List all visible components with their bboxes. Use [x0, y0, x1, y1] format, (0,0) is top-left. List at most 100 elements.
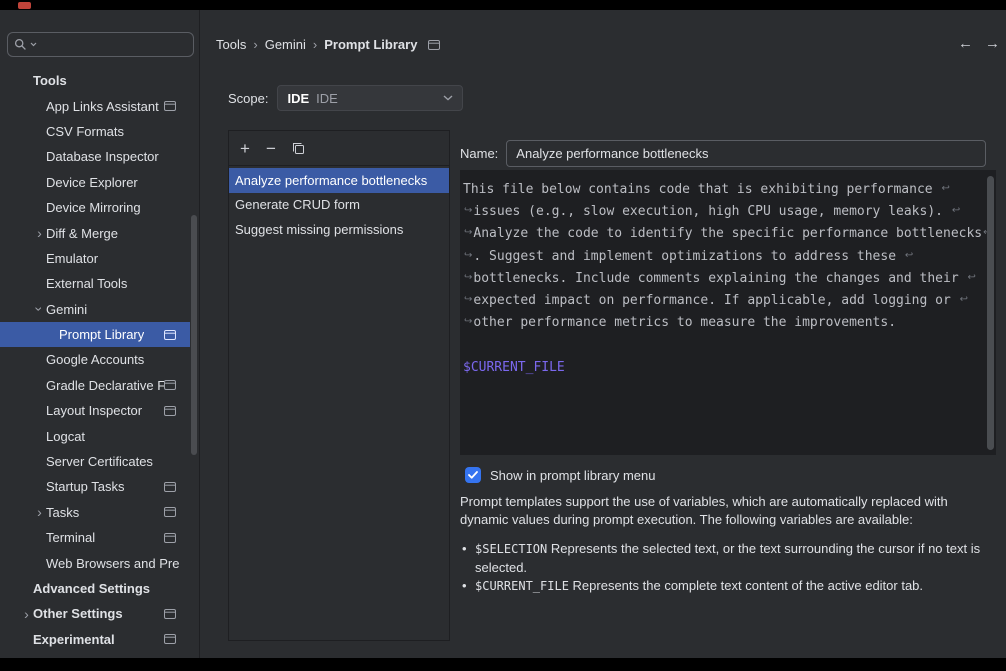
settings-search-input[interactable] [40, 36, 187, 53]
soft-wrap-icon: ↪ [463, 272, 473, 283]
sidebar-item-device-mirroring[interactable]: ›Device Mirroring [0, 195, 190, 220]
sidebar-item-external-tools[interactable]: ›External Tools [0, 271, 190, 296]
sidebar-item-startup-tasks[interactable]: ›Startup Tasks [0, 474, 190, 499]
editor-line-text: . Suggest and implement optimizations to… [473, 249, 903, 264]
editor-line-text: expected impact on performance. If appli… [473, 293, 958, 308]
sidebar-item-label: App Links Assistant [46, 99, 159, 114]
scope-select[interactable]: IDE IDE [277, 85, 463, 111]
window-badge-icon [164, 406, 176, 416]
sidebar-item-database-inspector[interactable]: ›Database Inspector [0, 144, 190, 169]
forward-button[interactable]: → [985, 35, 1000, 52]
sidebar-item-tools[interactable]: ›Tools [0, 68, 190, 93]
sidebar-item-label: Tools [33, 73, 67, 88]
sidebar-item-label: Emulator [46, 251, 98, 266]
bullet-icon: • [462, 540, 467, 558]
variable-description: Represents the selected text, or the tex… [475, 541, 980, 575]
sidebar-item-advanced-settings[interactable]: ›Advanced Settings [0, 576, 190, 601]
sidebar-item-experimental[interactable]: ›Experimental [0, 627, 190, 652]
sidebar-item-label: Database Inspector [46, 149, 159, 164]
plus-icon: + [240, 140, 250, 157]
show-in-menu-row[interactable]: Show in prompt library menu [465, 467, 655, 483]
sidebar-item-other-settings[interactable]: ›Other Settings [0, 601, 190, 626]
variables-list: • $SELECTION Represents the selected text… [462, 540, 1006, 597]
sidebar-item-label: Other Settings [33, 606, 123, 621]
editor-scrollbar[interactable] [987, 176, 994, 450]
back-button[interactable]: ← [958, 35, 973, 52]
sidebar-item-label: Gemini [46, 302, 87, 317]
settings-sidebar: ›Tools›App Links Assistant›CSV Formats›D… [0, 10, 200, 658]
variable-token: $SELECTION [475, 542, 547, 556]
editor-line-text: This file below contains code that is ex… [463, 182, 940, 197]
sidebar-item-diff-merge[interactable]: ›Diff & Merge [0, 220, 190, 245]
sidebar-item-device-explorer[interactable]: ›Device Explorer [0, 170, 190, 195]
show-in-menu-checkbox[interactable] [465, 467, 481, 483]
window-badge-icon [428, 40, 440, 50]
duplicate-prompt-button[interactable] [290, 140, 307, 157]
sidebar-item-prompt-library[interactable]: ›Prompt Library [0, 322, 190, 347]
sidebar-item-web-browsers-and-pre[interactable]: ›Web Browsers and Pre [0, 550, 190, 575]
settings-content: Tools › Gemini › Prompt Library ← → Scop… [201, 10, 1006, 658]
sidebar-item-terminal[interactable]: ›Terminal [0, 525, 190, 550]
add-prompt-button[interactable]: + [238, 138, 252, 159]
prompt-list-toolbar: + − [229, 131, 449, 166]
recording-indicator-icon [18, 2, 31, 9]
remove-prompt-button[interactable]: − [264, 138, 278, 159]
soft-wrap-icon: ↪ [463, 250, 473, 261]
prompt-name-input[interactable] [506, 140, 986, 167]
search-box[interactable] [7, 32, 194, 57]
sidebar-item-app-links-assistant[interactable]: ›App Links Assistant [0, 93, 190, 118]
sidebar-scrollbar[interactable] [191, 215, 197, 455]
chevron-icon[interactable]: › [20, 607, 33, 621]
sidebar-item-tasks[interactable]: ›Tasks [0, 500, 190, 525]
sidebar-item-label: External Tools [46, 276, 127, 291]
breadcrumb-item-gemini[interactable]: Gemini [265, 37, 306, 52]
editor-line-text: bottlenecks. Include comments explaining… [473, 271, 966, 286]
sidebar-item-google-accounts[interactable]: ›Google Accounts [0, 347, 190, 372]
bullet-icon: • [462, 577, 467, 595]
variable-token: $CURRENT_FILE [475, 579, 569, 593]
sidebar-item-label: Google Accounts [46, 352, 144, 367]
chevron-icon[interactable]: › [33, 303, 47, 316]
sidebar-item-label: Logcat [46, 429, 85, 444]
show-in-menu-label[interactable]: Show in prompt library menu [490, 468, 655, 483]
window-badge-icon [164, 482, 176, 492]
sidebar-item-gemini[interactable]: ›Gemini [0, 297, 190, 322]
breadcrumb-item-tools[interactable]: Tools [216, 37, 246, 52]
editor-lines: This file below contains code that is ex… [463, 178, 982, 379]
chevron-icon[interactable]: › [33, 226, 46, 240]
prompt-list-item[interactable]: Analyze performance bottlenecks [229, 168, 449, 193]
window-badge-icon [164, 330, 176, 340]
search-history-chevron-icon[interactable] [30, 42, 37, 47]
window-badge-icon [164, 533, 176, 543]
sidebar-item-logcat[interactable]: ›Logcat [0, 423, 190, 448]
prompt-template-editor[interactable]: This file below contains code that is ex… [460, 170, 996, 455]
editor-line: ↪. Suggest and implement optimizations t… [463, 245, 982, 267]
variable-item: • $CURRENT_FILE Represents the complete t… [462, 577, 1006, 596]
sidebar-item-emulator[interactable]: ›Emulator [0, 246, 190, 271]
editor-line-text: Analyze the code to identify the specifi… [473, 226, 982, 241]
breadcrumb-separator: › [313, 37, 317, 52]
chevron-icon[interactable]: › [33, 505, 46, 519]
top-bar [0, 0, 1006, 10]
soft-wrap-icon: ↩ [966, 272, 976, 283]
name-label: Name: [460, 146, 498, 161]
sidebar-item-server-certificates[interactable]: ›Server Certificates [0, 449, 190, 474]
settings-window: ›Tools›App Links Assistant›CSV Formats›D… [0, 10, 1006, 658]
sidebar-item-label: Web Browsers and Pre [46, 556, 179, 571]
sidebar-item-csv-formats[interactable]: ›CSV Formats [0, 119, 190, 144]
sidebar-item-gradle-declarative-f[interactable]: ›Gradle Declarative F [0, 373, 190, 398]
prompt-list-panel: + − Analyze performance bottlenecksGener… [228, 130, 450, 641]
sidebar-item-layout-inspector[interactable]: ›Layout Inspector [0, 398, 190, 423]
soft-wrap-icon: ↩ [959, 294, 969, 305]
variable-description: Represents the complete text content of … [573, 578, 923, 593]
scope-row: Scope: IDE IDE [228, 85, 463, 111]
prompt-list-item[interactable]: Generate CRUD form [229, 193, 449, 218]
editor-line-text: issues (e.g., slow execution, high CPU u… [473, 204, 950, 219]
sidebar-item-label: Device Mirroring [46, 200, 141, 215]
sidebar-item-label: Terminal [46, 530, 95, 545]
prompt-list-item[interactable]: Suggest missing permissions [229, 217, 449, 242]
name-row: Name: [460, 140, 986, 167]
soft-wrap-icon: ↪ [463, 294, 473, 305]
minus-icon: − [266, 140, 276, 157]
editor-line: ↪expected impact on performance. If appl… [463, 289, 982, 311]
